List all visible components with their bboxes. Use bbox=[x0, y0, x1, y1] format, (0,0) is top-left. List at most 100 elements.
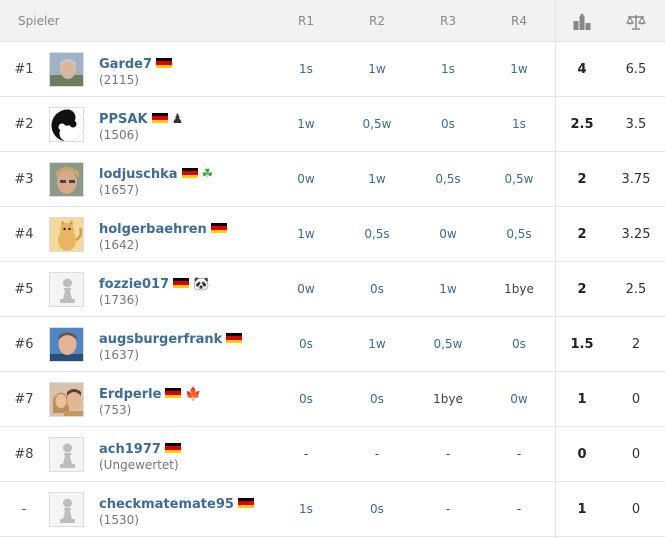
rank: #8 bbox=[14, 447, 34, 462]
avatar[interactable] bbox=[49, 217, 84, 252]
player-info: holgerbaehren (1642) bbox=[99, 219, 227, 253]
round-2-result: - bbox=[374, 447, 380, 461]
table-header: Spieler R1 R2 R3 R4 bbox=[0, 0, 665, 42]
player-name-link[interactable]: holgerbaehren bbox=[99, 222, 207, 237]
round-4-result[interactable]: 1w bbox=[484, 42, 554, 97]
round-2-result[interactable]: 1w bbox=[342, 317, 412, 372]
round-3-result[interactable]: 1w bbox=[413, 262, 483, 317]
round-3-result[interactable]: 0w bbox=[413, 207, 483, 262]
points: 1 bbox=[577, 502, 587, 517]
avatar[interactable] bbox=[49, 492, 84, 527]
player-rating: (2115) bbox=[99, 73, 139, 87]
player-name-link[interactable]: checkmatemate95 bbox=[99, 497, 234, 512]
round-1-result[interactable]: 1w bbox=[271, 207, 341, 262]
avatar[interactable] bbox=[49, 162, 84, 197]
player-name-link[interactable]: augsburgerfrank bbox=[99, 332, 222, 347]
tiebreak: 0 bbox=[631, 392, 641, 407]
round-3-result[interactable]: 0s bbox=[413, 97, 483, 152]
table-row: #3 lodjuschka ☘ (1657) 0w 1w 0,5s 0,5w 2 3.75 bbox=[0, 152, 665, 207]
points: 1 bbox=[577, 392, 587, 407]
player-rating: (1642) bbox=[99, 238, 139, 252]
round-3-result[interactable]: 0,5s bbox=[413, 152, 483, 207]
avatar[interactable] bbox=[49, 107, 84, 142]
round-1-result[interactable]: 0w bbox=[271, 262, 341, 317]
rank: #5 bbox=[14, 282, 34, 297]
tiebreak: 6.5 bbox=[625, 62, 647, 77]
round-1-result[interactable]: 0s bbox=[271, 317, 341, 372]
round-4-result[interactable]: 0,5s bbox=[484, 207, 554, 262]
round-1-result[interactable]: 1s bbox=[271, 482, 341, 537]
round-2-result[interactable]: 0s bbox=[342, 482, 412, 537]
shamrock-icon: ☘ bbox=[201, 167, 214, 182]
tiebreak: 2.5 bbox=[625, 282, 647, 297]
round-4-result[interactable]: 0w bbox=[484, 372, 554, 427]
round-2-result[interactable]: 1w bbox=[342, 152, 412, 207]
round-4-result: 1bye bbox=[504, 282, 534, 296]
tiebreak: 0 bbox=[631, 502, 641, 517]
germany-flag-icon bbox=[165, 388, 182, 398]
table-row: #2 PPSAK ♟ (1506) 1w 0,5w 0s 1s 2.5 3.5 bbox=[0, 97, 665, 152]
avatar[interactable] bbox=[49, 437, 84, 472]
round-1-result: - bbox=[303, 447, 309, 461]
pawn-icon: ♟ bbox=[171, 112, 184, 127]
round-2-result[interactable]: 0s bbox=[342, 262, 412, 317]
avatar[interactable] bbox=[49, 382, 84, 417]
round-3-result: - bbox=[445, 447, 451, 461]
points: 2.5 bbox=[570, 117, 594, 132]
player-name-link[interactable]: Garde7 bbox=[99, 57, 152, 72]
player-rating: (1657) bbox=[99, 183, 139, 197]
header-player: Spieler bbox=[18, 14, 60, 28]
round-2-result[interactable]: 0,5s bbox=[342, 207, 412, 262]
points: 2 bbox=[577, 282, 587, 297]
panda-icon: 🐼 bbox=[193, 277, 210, 292]
round-2-result[interactable]: 1w bbox=[342, 42, 412, 97]
player-rating: (1637) bbox=[99, 348, 139, 362]
rank: #6 bbox=[14, 337, 34, 352]
round-1-result[interactable]: 0s bbox=[271, 372, 341, 427]
tiebreak: 0 bbox=[631, 447, 641, 462]
round-1-result[interactable]: 1s bbox=[271, 42, 341, 97]
round-1-result[interactable]: 1w bbox=[271, 97, 341, 152]
player-name-link[interactable]: PPSAK bbox=[99, 112, 148, 127]
rank: - bbox=[21, 502, 27, 517]
tiebreak: 3.5 bbox=[625, 117, 647, 132]
player-info: checkmatemate95 (1530) bbox=[99, 494, 254, 528]
round-4-result[interactable]: 0s bbox=[484, 317, 554, 372]
rank: #1 bbox=[14, 62, 34, 77]
player-name-link[interactable]: lodjuschka bbox=[99, 167, 178, 182]
round-1-result[interactable]: 0w bbox=[271, 152, 341, 207]
round-3-result[interactable]: 0,5w bbox=[413, 317, 483, 372]
germany-flag-icon bbox=[181, 168, 198, 178]
header-round-3: R3 bbox=[440, 14, 456, 28]
player-name-link[interactable]: fozzie017 bbox=[99, 277, 169, 292]
round-4-result[interactable]: 1s bbox=[484, 97, 554, 152]
player-rating: (1506) bbox=[99, 128, 139, 142]
player-name-link[interactable]: ach1977 bbox=[99, 442, 161, 457]
player-info: PPSAK ♟ (1506) bbox=[99, 109, 183, 143]
points: 4 bbox=[577, 62, 587, 77]
avatar[interactable] bbox=[49, 52, 84, 87]
player-info: Erdperle 🍁 (753) bbox=[99, 384, 202, 418]
tiebreak: 3.75 bbox=[621, 172, 651, 187]
avatar[interactable] bbox=[49, 272, 84, 307]
player-name-link[interactable]: Erdperle bbox=[99, 387, 161, 402]
player-info: lodjuschka ☘ (1657) bbox=[99, 164, 213, 198]
germany-flag-icon bbox=[173, 278, 190, 288]
player-info: ach1977 (Ungewertet) bbox=[99, 439, 181, 473]
round-3-result[interactable]: 1s bbox=[413, 42, 483, 97]
round-2-result[interactable]: 0,5w bbox=[342, 97, 412, 152]
header-round-2: R2 bbox=[369, 14, 385, 28]
germany-flag-icon bbox=[164, 443, 181, 453]
tournament-standings-table: Spieler R1 R2 R3 R4 #1 Garde7 (2115) 1s … bbox=[0, 0, 665, 539]
podium-icon bbox=[562, 0, 602, 42]
germany-flag-icon bbox=[151, 113, 168, 123]
rank: #4 bbox=[14, 227, 34, 242]
round-2-result[interactable]: 0s bbox=[342, 372, 412, 427]
round-4-result[interactable]: 0,5w bbox=[484, 152, 554, 207]
player-info: Garde7 (2115) bbox=[99, 54, 173, 88]
avatar[interactable] bbox=[49, 327, 84, 362]
table-row: #7 Erdperle 🍁 (753) 0s 0s 1bye 0w 1 0 bbox=[0, 372, 665, 427]
player-rating: (753) bbox=[99, 403, 132, 417]
rank: #3 bbox=[14, 172, 34, 187]
header-round-1: R1 bbox=[298, 14, 314, 28]
